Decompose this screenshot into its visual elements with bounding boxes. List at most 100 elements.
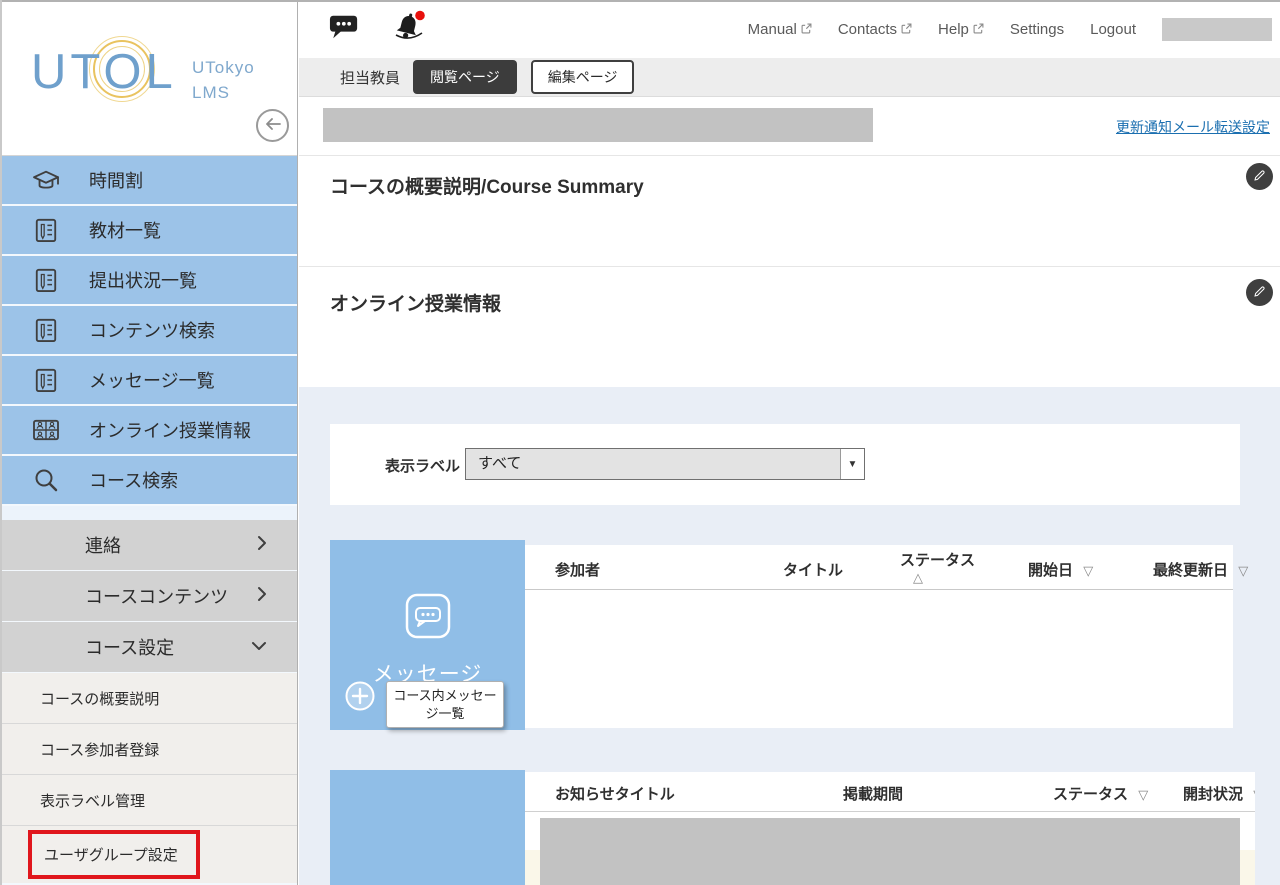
column-status-sortable[interactable]: ステータス ▽ <box>1053 783 1148 804</box>
sidebar-collapse-button[interactable] <box>256 109 289 142</box>
logo-subtitle-line1: UTokyo <box>192 56 255 81</box>
column-status-sortable[interactable]: ステータス △ <box>900 549 975 586</box>
edit-course-summary-button[interactable] <box>1246 163 1273 190</box>
chevron-right-icon <box>257 586 267 607</box>
external-link-icon <box>973 21 984 38</box>
meeting-grid-icon <box>30 418 62 442</box>
column-start-date-sortable[interactable]: 開始日 ▽ <box>1028 559 1093 580</box>
sidebar-item-course-settings[interactable]: コース設定 <box>0 622 297 672</box>
redacted-notice-content <box>540 818 1240 885</box>
contacts-link[interactable]: Contacts <box>838 21 912 38</box>
display-label-select[interactable]: すべて ▼ <box>465 448 865 480</box>
message-table-header: 参加者 タイトル ステータス △ 開始日 ▽ 最終更新日 ▽ <box>525 545 1233 590</box>
column-status-label: ステータス <box>900 552 975 569</box>
accordion-label: コース設定 <box>85 634 174 660</box>
help-link-label: Help <box>938 21 969 38</box>
subitem-label: コース参加者登録 <box>40 739 159 760</box>
logout-link[interactable]: Logout <box>1090 21 1136 38</box>
tab-edit-page[interactable]: 編集ページ <box>531 60 635 94</box>
message-category-card[interactable]: メッセージ コース内メッセージ一覧 <box>330 540 525 730</box>
graduation-cap-icon <box>30 168 62 192</box>
sidebar-item-timetable[interactable]: 時間割 <box>0 156 297 204</box>
update-notification-mail-link[interactable]: 更新通知メール転送設定 <box>1116 117 1270 137</box>
sort-desc-icon: ▽ <box>1138 787 1148 802</box>
sidebar-subitem-course-summary[interactable]: コースの概要説明 <box>0 673 297 724</box>
online-class-info-title: オンライン授業情報 <box>330 289 501 316</box>
column-posting-period: 掲載期間 <box>843 783 903 804</box>
red-highlight-box: ユーザグループ設定 <box>28 830 200 879</box>
sidebar-item-course-search[interactable]: コース検索 <box>0 456 297 504</box>
logo-subtitle-line2: LMS <box>192 81 255 106</box>
course-summary-section: コースの概要説明/Course Summary <box>299 155 1280 266</box>
settings-link[interactable]: Settings <box>1010 21 1064 38</box>
logo-subtitle: UTokyo LMS <box>192 56 255 105</box>
main-area: Manual Contacts Help Settings <box>299 0 1280 885</box>
external-link-icon <box>901 21 912 38</box>
sidebar-subitem-user-group-settings[interactable]: ユーザグループ設定 <box>0 826 297 883</box>
search-icon <box>30 467 62 493</box>
column-open-status-sortable[interactable]: 開封状況 ▽ <box>1183 783 1255 804</box>
message-bubble-icon <box>405 593 451 644</box>
plus-icon <box>345 699 375 714</box>
sidebar-item-materials[interactable]: 教材一覧 <box>0 206 297 254</box>
bell-icon <box>391 31 427 46</box>
notice-table-header: お知らせタイトル 掲載期間 ステータス ▽ 開封状況 ▽ <box>525 772 1255 812</box>
pencil-icon <box>1253 169 1266 185</box>
sidebar: UTOL UTokyo LMS 時間割 教材一覧 提 <box>0 0 298 885</box>
notification-bell-button[interactable] <box>391 10 427 46</box>
logo-area: UTOL UTokyo LMS <box>0 0 297 156</box>
chat-bubble-icon <box>329 28 359 43</box>
sidebar-item-label: 教材一覧 <box>89 217 161 243</box>
manual-link[interactable]: Manual <box>748 21 812 38</box>
notice-category-card[interactable] <box>330 770 525 885</box>
clipboard-icon <box>30 216 62 244</box>
sidebar-item-submission-status[interactable]: 提出状況一覧 <box>0 256 297 304</box>
clipboard-icon <box>30 266 62 294</box>
page-tab-bar: 担当教員 閲覧ページ 編集ページ <box>299 58 1280 97</box>
sidebar-item-label: 提出状況一覧 <box>89 267 197 293</box>
sidebar-item-message-list[interactable]: メッセージ一覧 <box>0 356 297 404</box>
sidebar-item-label: メッセージ一覧 <box>89 367 215 393</box>
display-label-filter-card: 表示ラベル すべて ▼ <box>330 424 1240 505</box>
sidebar-subitem-display-label-management[interactable]: 表示ラベル管理 <box>0 775 297 826</box>
sidebar-menu: 時間割 教材一覧 提出状況一覧 コンテンツ検索 メッセージ一覧 <box>0 156 297 504</box>
help-link[interactable]: Help <box>938 21 984 38</box>
tab-view-page[interactable]: 閲覧ページ <box>413 60 517 94</box>
course-summary-title: コースの概要説明/Course Summary <box>330 172 644 199</box>
message-table: 参加者 タイトル ステータス △ 開始日 ▽ 最終更新日 ▽ <box>525 545 1233 728</box>
redacted-username <box>1162 18 1272 41</box>
online-class-info-section: オンライン授業情報 <box>299 266 1280 387</box>
accordion-label: 連絡 <box>85 532 121 558</box>
sort-desc-icon: ▽ <box>1083 563 1093 578</box>
contacts-link-label: Contacts <box>838 21 897 38</box>
column-title: タイトル <box>783 559 843 580</box>
message-list-tooltip: コース内メッセージ一覧 <box>386 681 504 728</box>
clipboard-icon <box>30 316 62 344</box>
utol-logo: UTOL <box>31 44 177 100</box>
window-left-edge <box>0 0 2 885</box>
column-status-label: ステータス <box>1053 786 1128 803</box>
sidebar-item-content-search[interactable]: コンテンツ検索 <box>0 306 297 354</box>
add-message-button[interactable] <box>345 681 375 714</box>
subitem-label: ユーザグループ設定 <box>44 847 178 864</box>
sidebar-item-label: コンテンツ検索 <box>89 317 215 343</box>
course-header-band: 更新通知メール転送設定 コースの概要説明/Course Summary オンライ… <box>299 97 1280 387</box>
sidebar-item-online-class-info[interactable]: オンライン授業情報 <box>0 406 297 454</box>
sidebar-item-contact[interactable]: 連絡 <box>0 520 297 570</box>
chat-button[interactable] <box>329 13 359 43</box>
role-label: 担当教員 <box>340 67 400 88</box>
pencil-icon <box>1253 285 1266 301</box>
select-arrow-box[interactable]: ▼ <box>840 449 864 479</box>
back-arrow-icon <box>265 117 281 134</box>
top-links: Manual Contacts Help Settings <box>748 0 1272 58</box>
sidebar-item-label: コース検索 <box>89 467 178 493</box>
edit-online-class-info-button[interactable] <box>1246 279 1273 306</box>
column-last-updated-sortable[interactable]: 最終更新日 ▽ <box>1153 559 1248 580</box>
top-bar: Manual Contacts Help Settings <box>299 0 1280 58</box>
sidebar-subitem-participant-registration[interactable]: コース参加者登録 <box>0 724 297 775</box>
logout-link-label: Logout <box>1090 21 1136 38</box>
external-link-icon <box>801 21 812 38</box>
dropdown-arrow-icon: ▼ <box>848 459 858 470</box>
sidebar-item-course-contents[interactable]: コースコンテンツ <box>0 571 297 621</box>
sidebar-item-label: オンライン授業情報 <box>89 417 251 443</box>
